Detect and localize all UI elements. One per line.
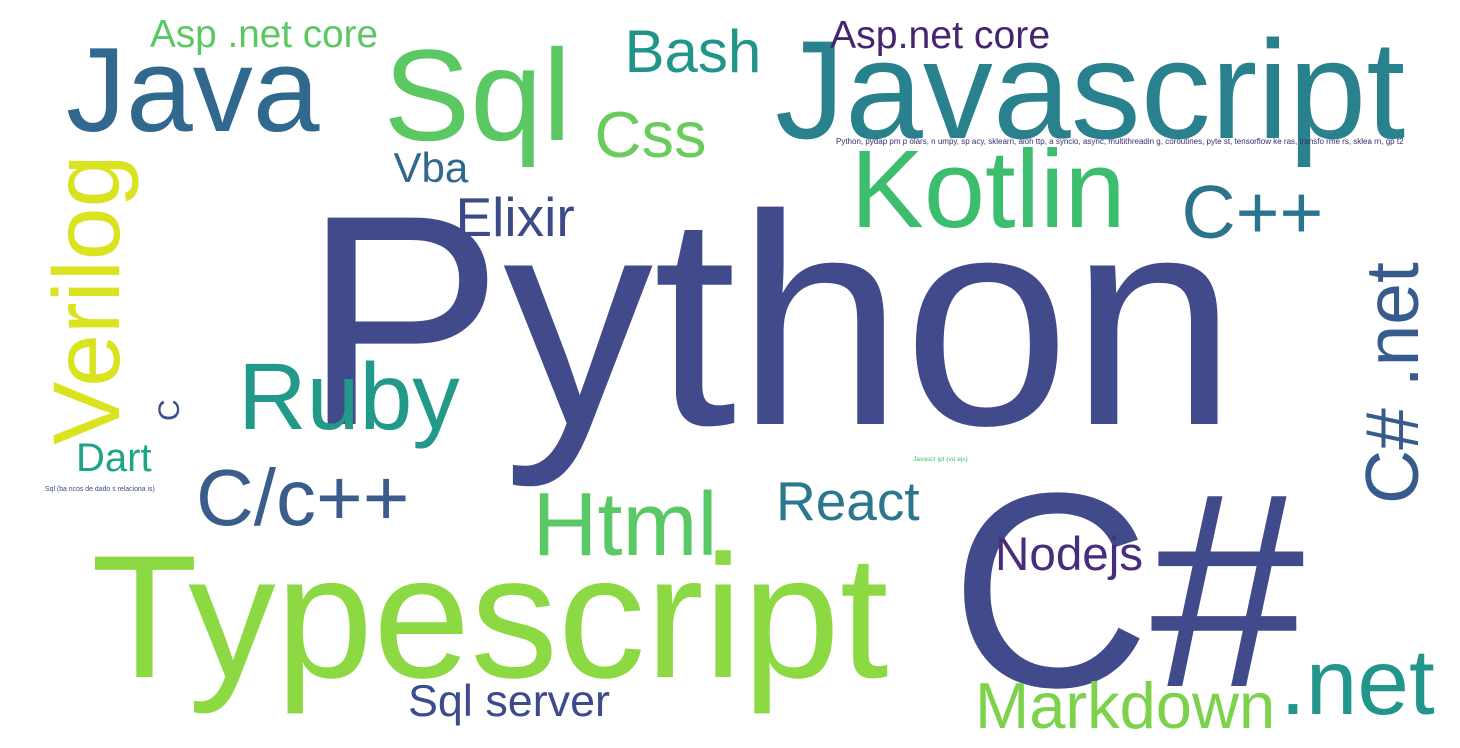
- word-c-cpp: C/c++: [196, 453, 410, 542]
- word-dotnet: .net: [1280, 629, 1435, 734]
- word-kotlin: Kotlin: [850, 128, 1126, 251]
- word-dart: Dart: [76, 436, 152, 480]
- word-python-libraries: Python, pydap pm p olars, n umpy, sp acy…: [836, 137, 1404, 146]
- word-css: Css: [594, 98, 707, 171]
- word-nodejs: Nodejs: [995, 528, 1144, 581]
- word-asp-net-core-spaced: Asp .net core: [150, 12, 379, 56]
- word-html: Html: [532, 475, 718, 575]
- word-markdown: Markdown: [975, 668, 1276, 742]
- word-csharp-net: C# .net: [1350, 262, 1434, 504]
- word-sql-server: Sql server: [408, 674, 611, 726]
- word-c: C: [153, 399, 186, 421]
- word-elixir: Elixir: [455, 186, 575, 248]
- word-react: React: [776, 470, 920, 532]
- word-bash: Bash: [624, 18, 762, 85]
- word-vba: Vba: [393, 144, 469, 191]
- word-sql-relational: Sql (ba ncos de dado s relaciona is): [45, 486, 155, 493]
- word-ruby: Ruby: [238, 344, 460, 450]
- word-asp-net-core: Asp.net core: [830, 12, 1051, 57]
- word-javascript-vuejs: Javascr ipt (vu ejs): [913, 456, 968, 463]
- word-cloud: Python C# Typescript Javascript Java Sql…: [0, 0, 1460, 748]
- word-cpp: C++: [1181, 170, 1324, 254]
- word-verilog: Verilog: [34, 154, 140, 445]
- word-sql: Sql: [383, 22, 572, 168]
